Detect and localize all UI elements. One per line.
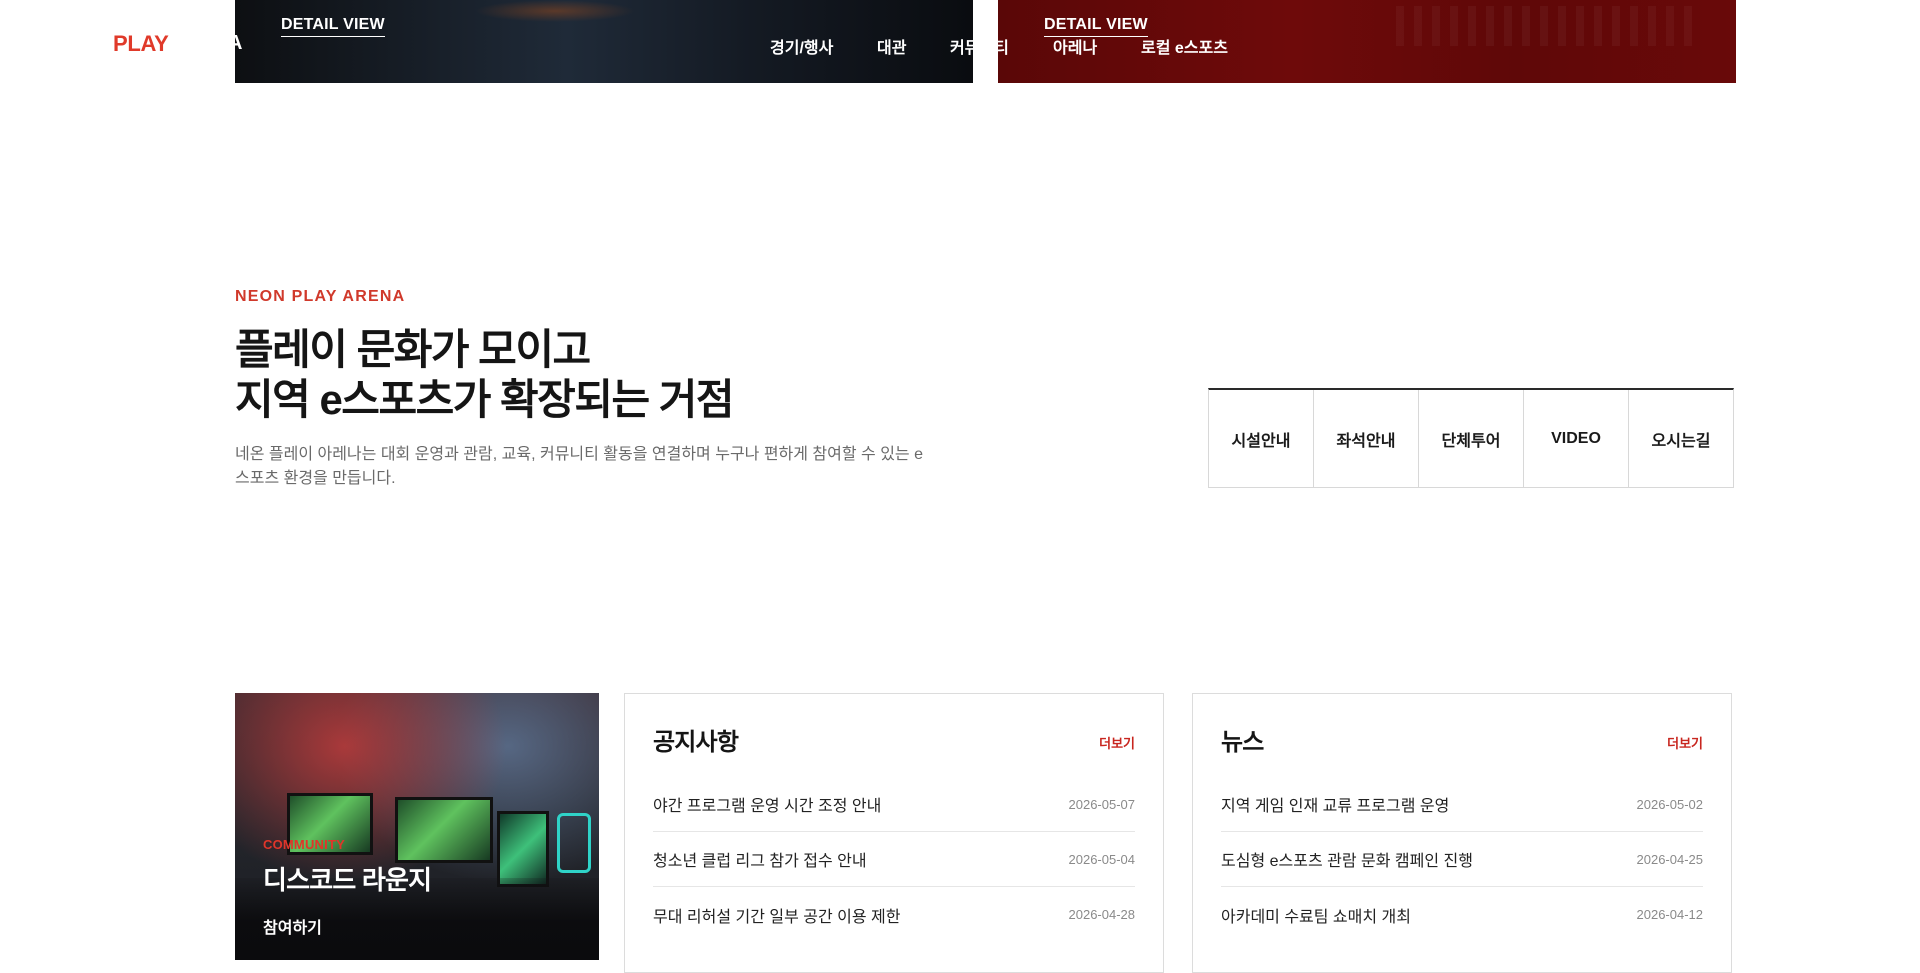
promo-title: 디스코드 라운지 bbox=[263, 865, 432, 895]
list-item-title[interactable]: 청소년 클럽 리그 참가 접수 안내 bbox=[653, 847, 867, 871]
promo-image-monitor bbox=[395, 797, 493, 863]
list-item-date: 2026-04-28 bbox=[1068, 907, 1136, 922]
nav-item-rental[interactable]: 대관 bbox=[877, 34, 906, 58]
quick-link-facility[interactable]: 시설안내 bbox=[1209, 390, 1314, 487]
join-button[interactable]: 참여하기 bbox=[263, 914, 322, 938]
list-item-title[interactable]: 무대 리허설 기간 일부 공간 이용 제한 bbox=[653, 903, 900, 927]
quick-link-group-tour[interactable]: 단체투어 bbox=[1419, 390, 1524, 487]
quick-link-video[interactable]: VIDEO bbox=[1524, 390, 1629, 487]
notice-board-title: 공지사항 bbox=[653, 729, 739, 756]
section-eyebrow: NEON PLAY ARENA bbox=[235, 288, 406, 305]
news-more-link[interactable]: 더보기 bbox=[1667, 733, 1703, 752]
hero-title-line-1: 플레이 문화가 모이고 bbox=[235, 326, 591, 373]
hero-title: 플레이 문화가 모이고 지역 e스포츠가 확장되는 거점 bbox=[235, 325, 735, 425]
list-item[interactable]: 도심형 e스포츠 관람 문화 캠페인 진행 2026-04-25 bbox=[1221, 832, 1703, 887]
nav-item-events[interactable]: 경기/행사 bbox=[770, 34, 833, 58]
list-item-title[interactable]: 지역 게임 인재 교류 프로그램 운영 bbox=[1221, 792, 1449, 816]
quick-links: 시설안내 좌석안내 단체투어 VIDEO 오시는길 bbox=[1208, 388, 1734, 488]
detail-view-link-left[interactable]: DETAIL VIEW bbox=[281, 16, 385, 37]
quick-link-directions[interactable]: 오시는길 bbox=[1629, 390, 1733, 487]
list-item-date: 2026-05-04 bbox=[1068, 851, 1136, 867]
main-nav: 경기/행사 대관 커뮤니티 아레나 로컬 e스포츠 bbox=[0, 34, 1920, 57]
list-item[interactable]: 청소년 클럽 리그 참가 접수 안내 2026-05-04 bbox=[653, 832, 1135, 887]
notice-board: 공지사항 더보기 야간 프로그램 운영 시간 조정 안내 2026-05-07 … bbox=[624, 693, 1164, 973]
nav-item-community[interactable]: 커뮤니티 bbox=[950, 34, 1009, 58]
list-item[interactable]: 야간 프로그램 운영 시간 조정 안내 2026-05-07 bbox=[653, 777, 1135, 832]
news-board-title: 뉴스 bbox=[1221, 729, 1264, 756]
list-item[interactable]: 아카데미 수료팀 쇼매치 개최 2026-04-12 bbox=[1221, 887, 1703, 942]
list-item[interactable]: 무대 리허설 기간 일부 공간 이용 제한 2026-04-28 bbox=[653, 887, 1135, 942]
list-item-title[interactable]: 아카데미 수료팀 쇼매치 개최 bbox=[1221, 903, 1411, 927]
promo-image-light-ring bbox=[557, 813, 591, 873]
promo-image-pc-case bbox=[497, 811, 549, 887]
quick-link-seating[interactable]: 좌석안내 bbox=[1314, 390, 1419, 487]
community-promo-card[interactable]: COMMUNITY 디스코드 라운지 참여하기 bbox=[235, 693, 599, 960]
list-item-date: 2026-05-02 bbox=[1636, 796, 1704, 812]
list-item-title[interactable]: 야간 프로그램 운영 시간 조정 안내 bbox=[653, 792, 881, 816]
list-item-date: 2026-04-25 bbox=[1636, 851, 1704, 867]
news-list: 지역 게임 인재 교류 프로그램 운영 2026-05-02 도심형 e스포츠 … bbox=[1221, 777, 1703, 942]
notice-list: 야간 프로그램 운영 시간 조정 안내 2026-05-07 청소년 클럽 리그… bbox=[653, 777, 1135, 942]
hero-title-line-2: 지역 e스포츠가 확장되는 거점 bbox=[235, 376, 735, 423]
notice-more-link[interactable]: 더보기 bbox=[1099, 733, 1135, 752]
nav-item-local-esports[interactable]: 로컬 e스포츠 bbox=[1141, 34, 1228, 58]
detail-view-link-right[interactable]: DETAIL VIEW bbox=[1044, 16, 1148, 37]
list-item-date: 2026-05-07 bbox=[1068, 796, 1136, 812]
nav-item-arena[interactable]: 아레나 bbox=[1053, 34, 1097, 58]
news-board: 뉴스 더보기 지역 게임 인재 교류 프로그램 운영 2026-05-02 도심… bbox=[1192, 693, 1732, 973]
list-item-title[interactable]: 도심형 e스포츠 관람 문화 캠페인 진행 bbox=[1221, 847, 1473, 871]
list-item[interactable]: 지역 게임 인재 교류 프로그램 운영 2026-05-02 bbox=[1221, 777, 1703, 832]
list-item-date: 2026-04-12 bbox=[1636, 907, 1704, 922]
hero-description: 네온 플레이 아레나는 대회 운영과 관람, 교육, 커뮤니티 활동을 연결하며… bbox=[235, 446, 923, 487]
promo-category: COMMUNITY bbox=[263, 837, 345, 852]
